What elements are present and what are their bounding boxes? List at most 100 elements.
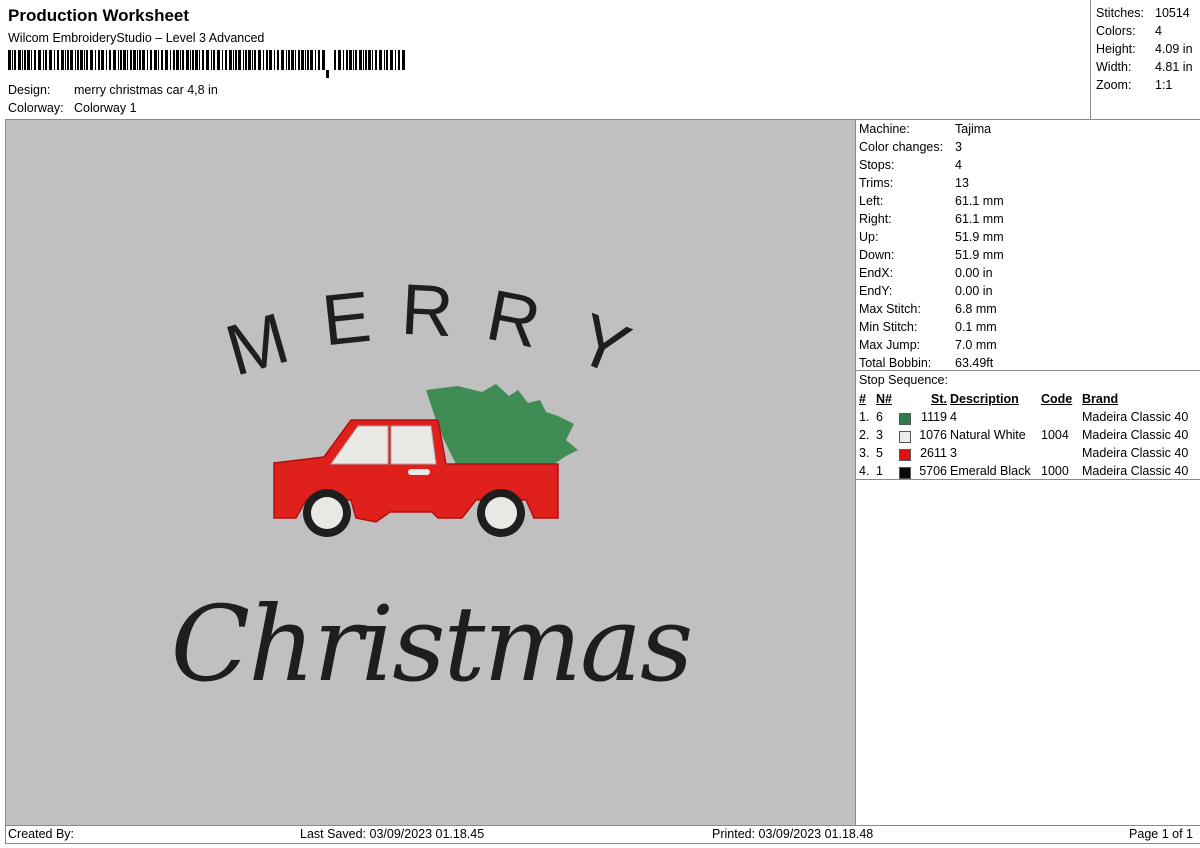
machine-row: Stops: 4	[859, 158, 962, 172]
col-needle: N#	[876, 392, 892, 406]
machine-row: EndY: 0.00 in	[859, 284, 993, 298]
worksheet-title: Production Worksheet	[8, 6, 190, 25]
merry-letter-r2: R	[480, 275, 546, 363]
stitch-count-value: 2611	[920, 445, 947, 460]
needle-num: 1	[876, 464, 883, 478]
stop-sequence-panel: Stop Sequence: # N# St. Description Code…	[855, 370, 1200, 480]
page-number: Page 1 of 1	[1129, 827, 1193, 841]
stop-num: 1.	[859, 410, 870, 424]
colors-row: Colors: 4	[1096, 24, 1162, 38]
embroidery-artwork: M E R R Y Christmas	[171, 270, 694, 705]
stitch-count: 5706	[899, 462, 950, 480]
machine-row: Left: 61.1 mm	[859, 194, 1004, 208]
machine-row-label: Min Stitch:	[859, 320, 918, 334]
machine-row-label: Max Jump:	[859, 338, 921, 352]
rear-hubcap	[485, 497, 517, 529]
width-row: Width: 4.81 in	[1096, 60, 1193, 74]
created-by: Created By:	[8, 827, 75, 841]
stitches-value: 10514	[1155, 6, 1190, 20]
machine-row-value: 3	[955, 140, 962, 154]
col-description: Description	[950, 392, 1019, 406]
design-label: Design:	[8, 83, 51, 97]
truck-window-rear	[390, 425, 437, 465]
machine-row: Min Stitch: 0.1 mm	[859, 320, 997, 334]
machine-row-value: 0.00 in	[955, 266, 993, 280]
machine-row-value: 7.0 mm	[955, 338, 997, 352]
machine-info: Machine: Tajima Color changes: 3 Stops: 4 Trim…	[855, 119, 1200, 371]
thread-brand: Madeira Classic 40	[1082, 464, 1189, 478]
merry-letter-m: M	[218, 298, 298, 391]
stop-num: 2.	[859, 428, 870, 442]
needle-num: 3	[876, 428, 883, 442]
machine-row: Down: 51.9 mm	[859, 248, 1004, 262]
stitch-count-value: 1076	[919, 427, 947, 442]
design-preview: M E R R Y Christmas	[5, 119, 856, 826]
stitches-row: Stitches: 10514	[1096, 6, 1190, 20]
machine-row-label: EndX:	[859, 266, 894, 280]
design-row: Design: merry christmas car 4,8 in	[8, 83, 218, 97]
thread-brand: Madeira Classic 40	[1082, 446, 1189, 460]
stitch-count: 2611	[899, 444, 950, 462]
stop-num: 4.	[859, 464, 870, 478]
machine-row-label: Up:	[859, 230, 879, 244]
zoom-row: Zoom: 1:1	[1096, 78, 1172, 92]
stitch-count-value: 5706	[919, 463, 947, 478]
thread-brand: Madeira Classic 40	[1082, 410, 1189, 424]
notes-area	[855, 479, 1200, 826]
machine-row-label: Down:	[859, 248, 895, 262]
machine-row: Trims: 13	[859, 176, 969, 190]
height-row: Height: 4.09 in	[1096, 42, 1193, 56]
thread-code: 1000	[1041, 464, 1069, 478]
machine-row: Max Jump: 7.0 mm	[859, 338, 997, 352]
front-hubcap	[311, 497, 343, 529]
stop-num: 3.	[859, 446, 870, 460]
zoom-label: Zoom:	[1096, 78, 1132, 92]
needle-num: 6	[876, 410, 883, 424]
thread-color-swatch	[899, 430, 911, 443]
colorway-row: Colorway: Colorway 1	[8, 101, 137, 115]
machine-row: Up: 51.9 mm	[859, 230, 1004, 244]
machine-row: Right: 61.1 mm	[859, 212, 1004, 226]
machine-row-value: 6.8 mm	[955, 302, 997, 316]
stop-row: 2. 3 1076 Natural White 1004 Madeira Classic …	[859, 426, 1191, 444]
machine-row-value: Tajima	[955, 122, 992, 136]
tree-shape	[426, 384, 578, 464]
stop-sequence-title: Stop Sequence:	[859, 373, 948, 387]
zoom-value: 1:1	[1155, 78, 1173, 92]
col-stitches: St.	[931, 392, 947, 406]
merry-letter-r1: R	[399, 270, 455, 353]
machine-row-value: 61.1 mm	[955, 212, 1004, 226]
thread-description: 4	[950, 410, 957, 424]
col-brand: Brand	[1082, 392, 1119, 406]
machine-row: Total Bobbin: 63.49ft	[859, 356, 993, 370]
machine-row-label: Stops:	[859, 158, 895, 172]
stitch-count: 1119	[899, 408, 950, 426]
last-saved: Last Saved: 03/09/2023 01.18.45	[300, 827, 485, 841]
merry-letter-e1: E	[318, 277, 374, 362]
machine-row-label: Machine:	[859, 122, 910, 136]
machine-row-label: Trims:	[859, 176, 894, 190]
thread-color-swatch	[899, 448, 911, 461]
thread-code	[1041, 408, 1082, 426]
machine-row-value: 61.1 mm	[955, 194, 1004, 208]
machine-row-value: 51.9 mm	[955, 230, 1004, 244]
christmas-text: Christmas	[171, 583, 692, 705]
thread-description: Emerald Black	[950, 464, 1031, 478]
needle-num: 5	[876, 446, 883, 460]
merry-text: M E R R Y	[218, 270, 641, 392]
printed-date: Printed: 03/09/2023 01.18.48	[712, 827, 874, 841]
colorway-value: Colorway 1	[74, 101, 137, 115]
width-label: Width:	[1096, 60, 1132, 74]
worksheet-footer: Created By: Last Saved: 03/09/2023 01.18…	[5, 825, 1200, 844]
design-value: merry christmas car 4,8 in	[74, 83, 218, 97]
machine-row-value: 4	[955, 158, 962, 172]
machine-row-value: 0.00 in	[955, 284, 993, 298]
thread-color-swatch	[899, 412, 911, 425]
worksheet-header: Production Worksheet Wilcom EmbroiderySt…	[0, 0, 1090, 119]
machine-row-value: 51.9 mm	[955, 248, 1004, 262]
machine-row: Max Stitch: 6.8 mm	[859, 302, 997, 316]
design-stats: Stitches: 10514 Colors: 4 Height: 4.09 in W…	[1090, 0, 1200, 119]
machine-row-label: Total Bobbin:	[859, 356, 932, 370]
thread-code	[1041, 444, 1082, 462]
stop-sequence-table: # N# St. Description Code Brand 1. 6 1119 4…	[859, 390, 1191, 480]
